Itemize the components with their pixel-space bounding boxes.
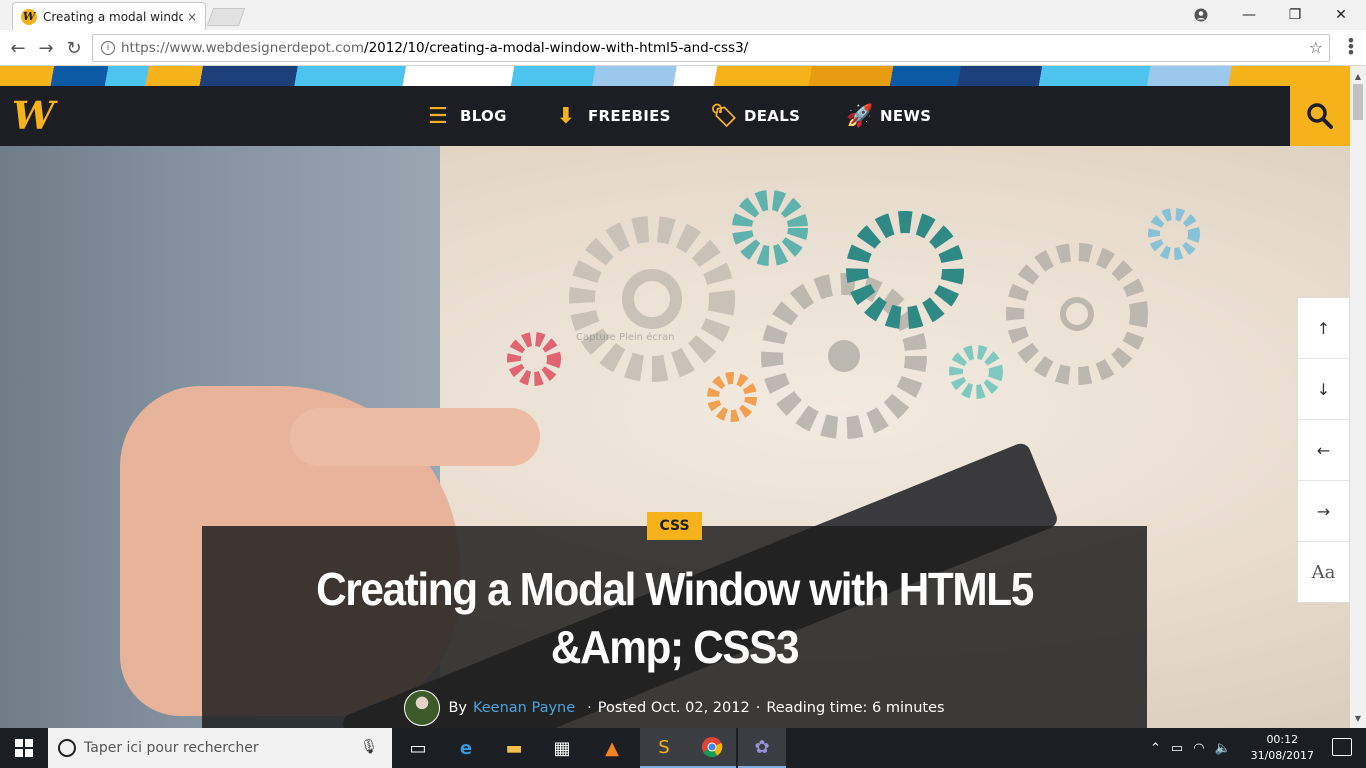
rocket-icon: 🚀 xyxy=(846,103,874,129)
nav-blog[interactable]: ☰ BLOG xyxy=(426,86,507,146)
url-input[interactable]: i https://www.webdesignerdepot.com/2012/… xyxy=(92,34,1330,62)
profile-icon[interactable] xyxy=(1178,0,1224,30)
scrollbar-down-arrow-icon[interactable]: ▼ xyxy=(1350,710,1366,726)
reload-button[interactable]: ↻ xyxy=(62,36,86,60)
nav-freebies[interactable]: ⬇ FREEBIES xyxy=(554,86,671,146)
scrollbar-up-arrow-icon[interactable]: ▲ xyxy=(1350,68,1366,84)
maximize-button[interactable]: ❐ xyxy=(1272,0,1318,30)
bookmark-star-icon[interactable]: ☆ xyxy=(1309,38,1323,57)
file-explorer-icon[interactable]: ▬ xyxy=(490,728,538,768)
decorative-stripe xyxy=(0,66,1350,86)
volume-icon[interactable]: 🔈 xyxy=(1215,741,1231,756)
blog-list-icon: ☰ xyxy=(427,103,449,129)
article-byline: By Keenan Payne · Posted Oct. 02, 2012 ·… xyxy=(202,690,1147,726)
clock-time: 00:12 xyxy=(1266,733,1299,746)
page-scrollbar[interactable]: ▲ ▼ xyxy=(1350,66,1366,728)
category-badge[interactable]: CSS xyxy=(647,512,702,540)
task-view-icon[interactable]: ▭ xyxy=(394,728,442,768)
sublime-icon[interactable]: S xyxy=(640,728,688,768)
nav-deals-label: DEALS xyxy=(744,107,801,125)
microphone-icon[interactable]: 🎙 xyxy=(360,739,378,755)
close-window-button[interactable]: ✕ xyxy=(1318,0,1364,30)
vlc-icon[interactable]: ▲ xyxy=(588,728,636,768)
nav-blog-label: BLOG xyxy=(460,107,507,125)
taskbar-search-placeholder: Taper ici pour rechercher xyxy=(84,740,259,756)
browser-tab[interactable]: W Creating a modal window × xyxy=(12,2,206,30)
nav-freebies-label: FREEBIES xyxy=(588,107,671,125)
taskbar-search-input[interactable]: Taper ici pour rechercher 🎙 xyxy=(48,728,392,768)
back-button[interactable]: ← xyxy=(6,36,30,60)
author-link[interactable]: Keenan Payne xyxy=(473,700,575,716)
clock-date: 31/08/2017 xyxy=(1250,749,1314,762)
byline-separator: · xyxy=(587,700,592,716)
scroll-up-button[interactable]: ↑ xyxy=(1298,298,1349,359)
download-icon: ⬇ xyxy=(556,103,576,129)
chevron-up-icon[interactable]: ⌃ xyxy=(1150,741,1161,756)
font-size-button[interactable]: Aa xyxy=(1298,542,1349,603)
nav-news-label: NEWS xyxy=(880,107,932,125)
tag-icon: 🏷 xyxy=(710,103,739,129)
site-info-icon[interactable]: i xyxy=(101,41,115,55)
notification-icon[interactable] xyxy=(1332,738,1352,756)
browser-titlebar: W Creating a modal window × — ❐ ✕ xyxy=(0,0,1366,30)
app-icon[interactable]: ✿ xyxy=(738,728,786,768)
posted-date: Posted Oct. 02, 2012 xyxy=(597,700,750,716)
store-icon[interactable]: ▦ xyxy=(538,728,586,768)
author-avatar[interactable] xyxy=(404,690,441,726)
previous-article-button[interactable]: ← xyxy=(1298,420,1349,481)
url-host: https://www.webdesignerdepot.com xyxy=(121,40,365,56)
cortana-icon xyxy=(58,739,76,757)
windows-taskbar: Taper ici pour rechercher 🎙 ▭ e ▬ ▦ ▲ S … xyxy=(0,728,1366,768)
scroll-down-button[interactable]: ↓ xyxy=(1298,359,1349,420)
minimize-button[interactable]: — xyxy=(1226,0,1272,30)
edge-icon[interactable]: e xyxy=(442,728,490,768)
browser-menu-icon[interactable]: • • • xyxy=(1344,33,1358,61)
address-bar-row: ← → ↻ i https://www.webdesignerdepot.com… xyxy=(0,30,1366,66)
chrome-icon[interactable] xyxy=(688,728,736,768)
article-title: Creating a Modal Window with HTML5 &Amp;… xyxy=(316,563,1034,673)
byline-separator: · xyxy=(755,700,761,716)
search-icon xyxy=(1307,103,1333,129)
forward-button[interactable]: → xyxy=(34,36,58,60)
wifi-icon[interactable]: ◠ xyxy=(1193,741,1204,756)
hero-watermark-text: Capture Plein écran xyxy=(576,332,675,343)
taskbar-clock[interactable]: 00:12 31/08/2017 xyxy=(1251,732,1314,764)
windows-logo-icon xyxy=(15,739,33,757)
tray-icons[interactable]: ⌃ ▭ ◠ 🔈 xyxy=(1150,728,1231,768)
nav-deals[interactable]: 🏷 DEALS xyxy=(710,86,800,146)
tab-close-icon[interactable]: × xyxy=(187,10,197,24)
reader-tools-panel: ↑ ↓ ← → Aa xyxy=(1297,297,1350,603)
battery-icon[interactable]: ▭ xyxy=(1171,741,1183,756)
new-tab-button[interactable] xyxy=(206,8,246,26)
webdesignerdepot-favicon-icon: W xyxy=(21,8,37,25)
byline-by: By xyxy=(448,700,467,716)
reading-time: Reading time: 6 minutes xyxy=(766,700,945,716)
next-article-button[interactable]: → xyxy=(1298,481,1349,542)
site-logo[interactable]: W xyxy=(12,96,58,136)
tab-title: Creating a modal window xyxy=(43,9,183,24)
scrollbar-thumb[interactable] xyxy=(1353,84,1363,120)
start-button[interactable] xyxy=(0,728,48,768)
url-path: /2012/10/creating-a-modal-window-with-ht… xyxy=(364,40,749,56)
nav-news[interactable]: 🚀 NEWS xyxy=(846,86,931,146)
site-navbar: W ☰ BLOG ⬇ FREEBIES 🏷 DEALS 🚀 NEWS xyxy=(0,86,1350,146)
site-search-button[interactable] xyxy=(1290,86,1350,146)
